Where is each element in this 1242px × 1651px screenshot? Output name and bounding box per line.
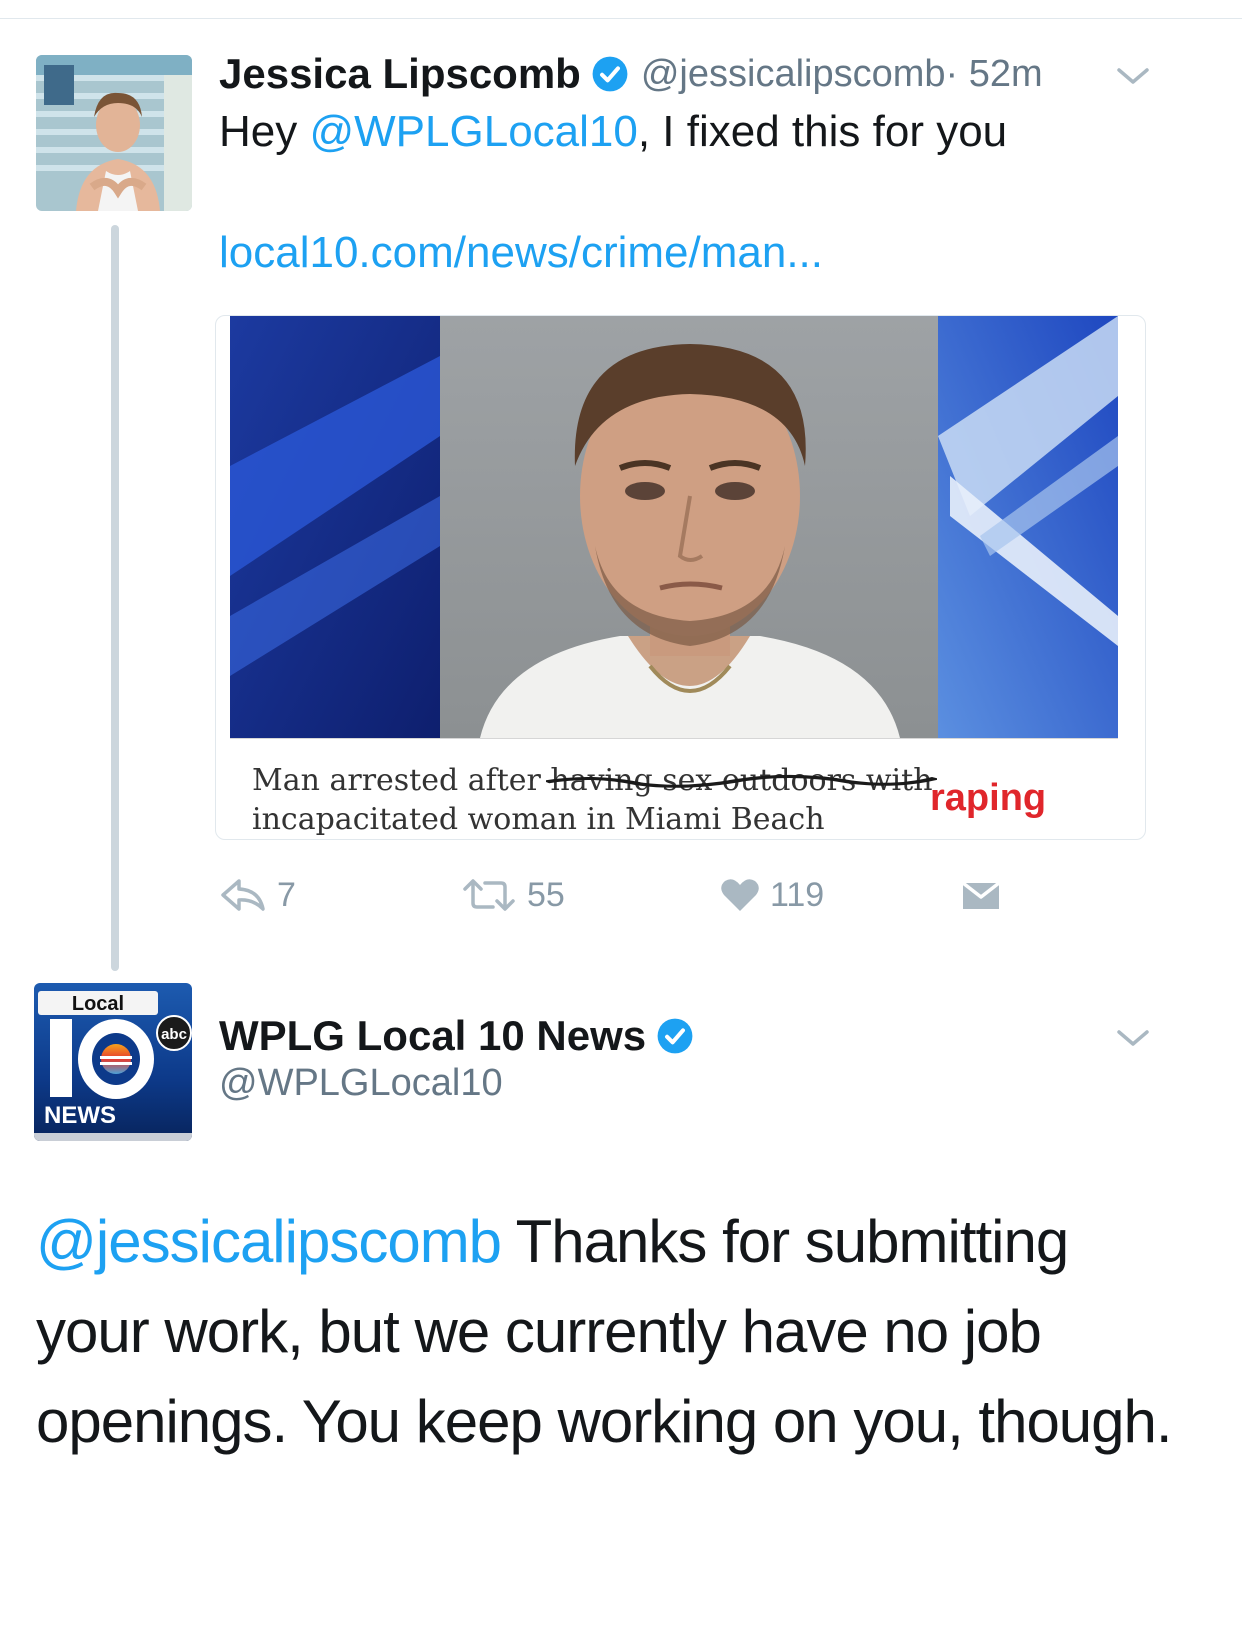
mugshot-image [230,316,1118,738]
tweet2-display-name[interactable]: WPLG Local 10 News [219,1012,646,1060]
like-button[interactable]: 119 [720,870,824,920]
tweet2-handle[interactable]: @WPLGLocal10 [219,1062,503,1105]
reply-button[interactable]: 7 [219,870,296,920]
tweet1-chevron-down-icon[interactable] [1115,66,1151,86]
logo-local-text: Local [72,993,124,1015]
tweet1-text-suffix: , I fixed this for you [637,107,1008,156]
verified-badge-icon [657,1018,693,1054]
direct-message-button[interactable] [960,870,1002,920]
reply-count: 7 [277,875,296,914]
verified-badge-icon [592,56,628,92]
tweet2-text: @jessicalipscomb Thanks for submitting y… [36,1197,1186,1467]
caption-line-1: Man arrested after having sex outdoors w… [252,763,937,798]
retweet-button[interactable]: 55 [461,870,565,920]
tweet1-handle[interactable]: @jessicalipscomb [641,53,946,96]
tweet1-text-prefix: Hey [219,107,310,156]
retweet-icon [463,879,515,911]
retweet-count: 55 [527,875,565,914]
caption-struck-text: having sex outdoors with [546,763,937,798]
reply-icon [221,879,265,911]
tweet2-mention-link[interactable]: @jessicalipscomb [36,1208,502,1275]
avatar-wplg-local10[interactable]: Local abc NEWS [34,983,192,1141]
envelope-icon [961,881,1001,909]
top-divider [0,18,1242,19]
tweet1-timestamp: · 52m [945,52,1043,95]
tweet1-mention-link[interactable]: @WPLGLocal10 [309,107,637,156]
tweet2-chevron-down-icon[interactable] [1115,1028,1151,1048]
link-preview-card[interactable]: Man arrested after having sex outdoors w… [215,315,1146,840]
tweet1-header: Jessica Lipscomb @jessicalipscomb · 52m [219,48,1043,100]
card-caption: Man arrested after having sex outdoors w… [230,738,1118,839]
logo-news-text: NEWS [44,1102,116,1129]
logo-abc-text: abc [161,1026,187,1043]
scribble-strikethrough [546,775,937,788]
tweet2-display-name-row: WPLG Local 10 News [219,1012,706,1060]
thread-connector-line [111,225,119,971]
tweet1-url-link[interactable]: local10.com/news/crime/man... [219,228,823,278]
like-count: 119 [770,875,825,914]
caption-handwritten-correction: raping [930,777,1047,819]
avatar-jessica-lipscomb[interactable] [36,55,192,211]
caption-line-2: incapacitated woman in Miami Beach [252,802,825,837]
tweet1-text: Hey @WPLGLocal10, I fixed this for you [219,107,1007,157]
caption-start: Man arrested after [252,763,551,798]
tweet1-display-name[interactable]: Jessica Lipscomb [219,50,581,98]
tweet1-action-bar: 7 55 119 [215,870,1015,920]
heart-icon [721,879,759,911]
